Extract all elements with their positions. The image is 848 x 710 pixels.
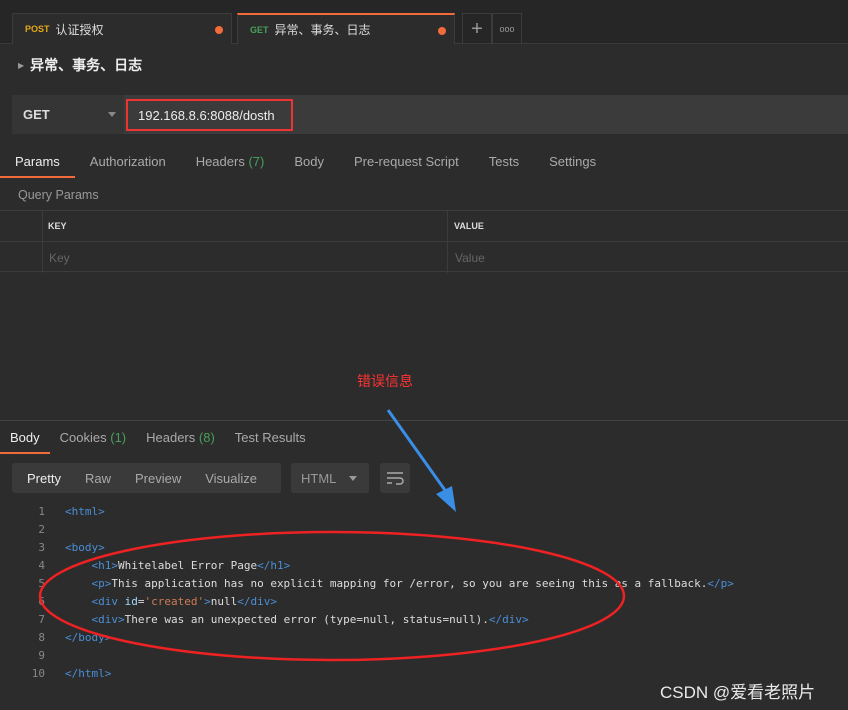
annotation-overlay: [38, 409, 626, 662]
arrow-icon: [386, 409, 456, 512]
highlight-ellipse: [38, 530, 626, 662]
watermark: CSDN @爱看老照片: [660, 683, 816, 702]
